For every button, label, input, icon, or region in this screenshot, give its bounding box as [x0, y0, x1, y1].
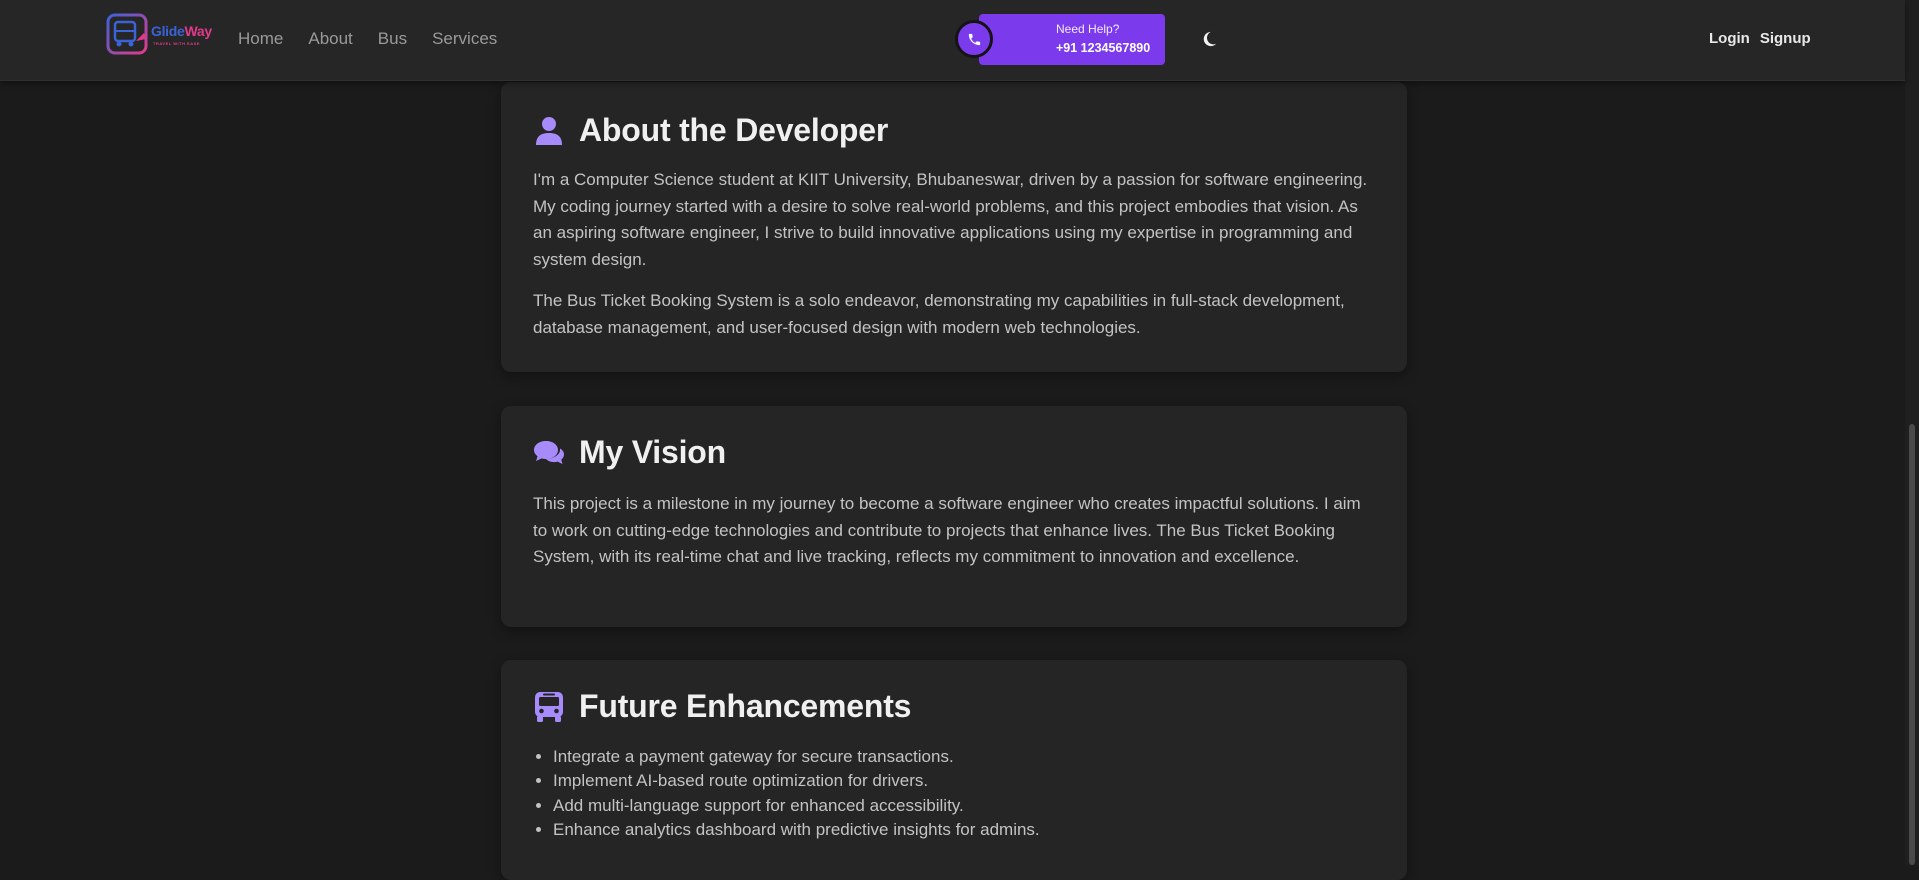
top-navbar: GlideWay TRAVEL WITH EASE Home About Bus… [0, 0, 1905, 81]
nav-links: Home About Bus Services [238, 29, 522, 49]
brand-name-part1: Glide [151, 23, 185, 39]
brand-wordmark: GlideWay [151, 23, 212, 39]
theme-toggle-button[interactable] [1200, 30, 1218, 48]
future-enhancements-header: Future Enhancements [533, 688, 911, 725]
about-developer-title: About the Developer [579, 112, 889, 148]
vision-paragraph: This project is a milestone in my journe… [533, 494, 1361, 566]
future-enhancements-title: Future Enhancements [579, 688, 912, 724]
list-item: Enhance analytics dashboard with predict… [553, 818, 1393, 842]
bus-icon [533, 691, 565, 723]
auth-links: Login Signup [1709, 30, 1811, 47]
help-contact[interactable]: Need Help? +91 1234567890 [955, 14, 1165, 66]
help-box[interactable]: Need Help? +91 1234567890 [979, 14, 1165, 65]
list-item: Implement AI-based route optimization fo… [553, 769, 1393, 793]
signup-link[interactable]: Signup [1760, 30, 1811, 47]
help-title: Need Help? [1056, 22, 1120, 36]
nav-link-bus[interactable]: Bus [378, 29, 407, 49]
future-enhancements-list: Integrate a payment gateway for secure t… [533, 745, 1393, 842]
list-item: Integrate a payment gateway for secure t… [553, 745, 1393, 769]
nav-link-about[interactable]: About [308, 29, 352, 49]
brand-logo[interactable]: GlideWay TRAVEL WITH EASE [106, 13, 212, 55]
scrollbar-thumb[interactable] [1909, 424, 1915, 865]
login-link[interactable]: Login [1709, 30, 1750, 47]
vision-header: My Vision [533, 434, 726, 471]
list-item: Add multi-language support for enhanced … [553, 794, 1393, 818]
page-scrollbar[interactable] [1905, 0, 1919, 865]
about-developer-card: About the Developer I'm a Computer Scien… [501, 82, 1407, 372]
bus-logo-icon [106, 13, 148, 55]
chat-icon [533, 437, 565, 469]
about-developer-paragraph-2: The Bus Ticket Booking System is a solo … [533, 291, 1345, 337]
nav-link-services[interactable]: Services [432, 29, 497, 49]
user-icon [533, 115, 565, 147]
future-enhancements-card: Future Enhancements Integrate a payment … [501, 660, 1407, 880]
nav-link-home[interactable]: Home [238, 29, 283, 49]
brand-tagline: TRAVEL WITH EASE [153, 41, 200, 46]
help-phone-number[interactable]: +91 1234567890 [1056, 41, 1150, 55]
about-developer-header: About the Developer [533, 112, 888, 149]
about-developer-paragraph-1: I'm a Computer Science student at KIIT U… [533, 170, 1368, 269]
phone-icon [968, 33, 980, 45]
vision-card: My Vision This project is a milestone in… [501, 406, 1407, 627]
vision-title: My Vision [579, 434, 726, 470]
moon-icon [1203, 31, 1217, 47]
brand-name-part2: Way [184, 23, 213, 39]
phone-icon-circle[interactable] [955, 20, 993, 58]
